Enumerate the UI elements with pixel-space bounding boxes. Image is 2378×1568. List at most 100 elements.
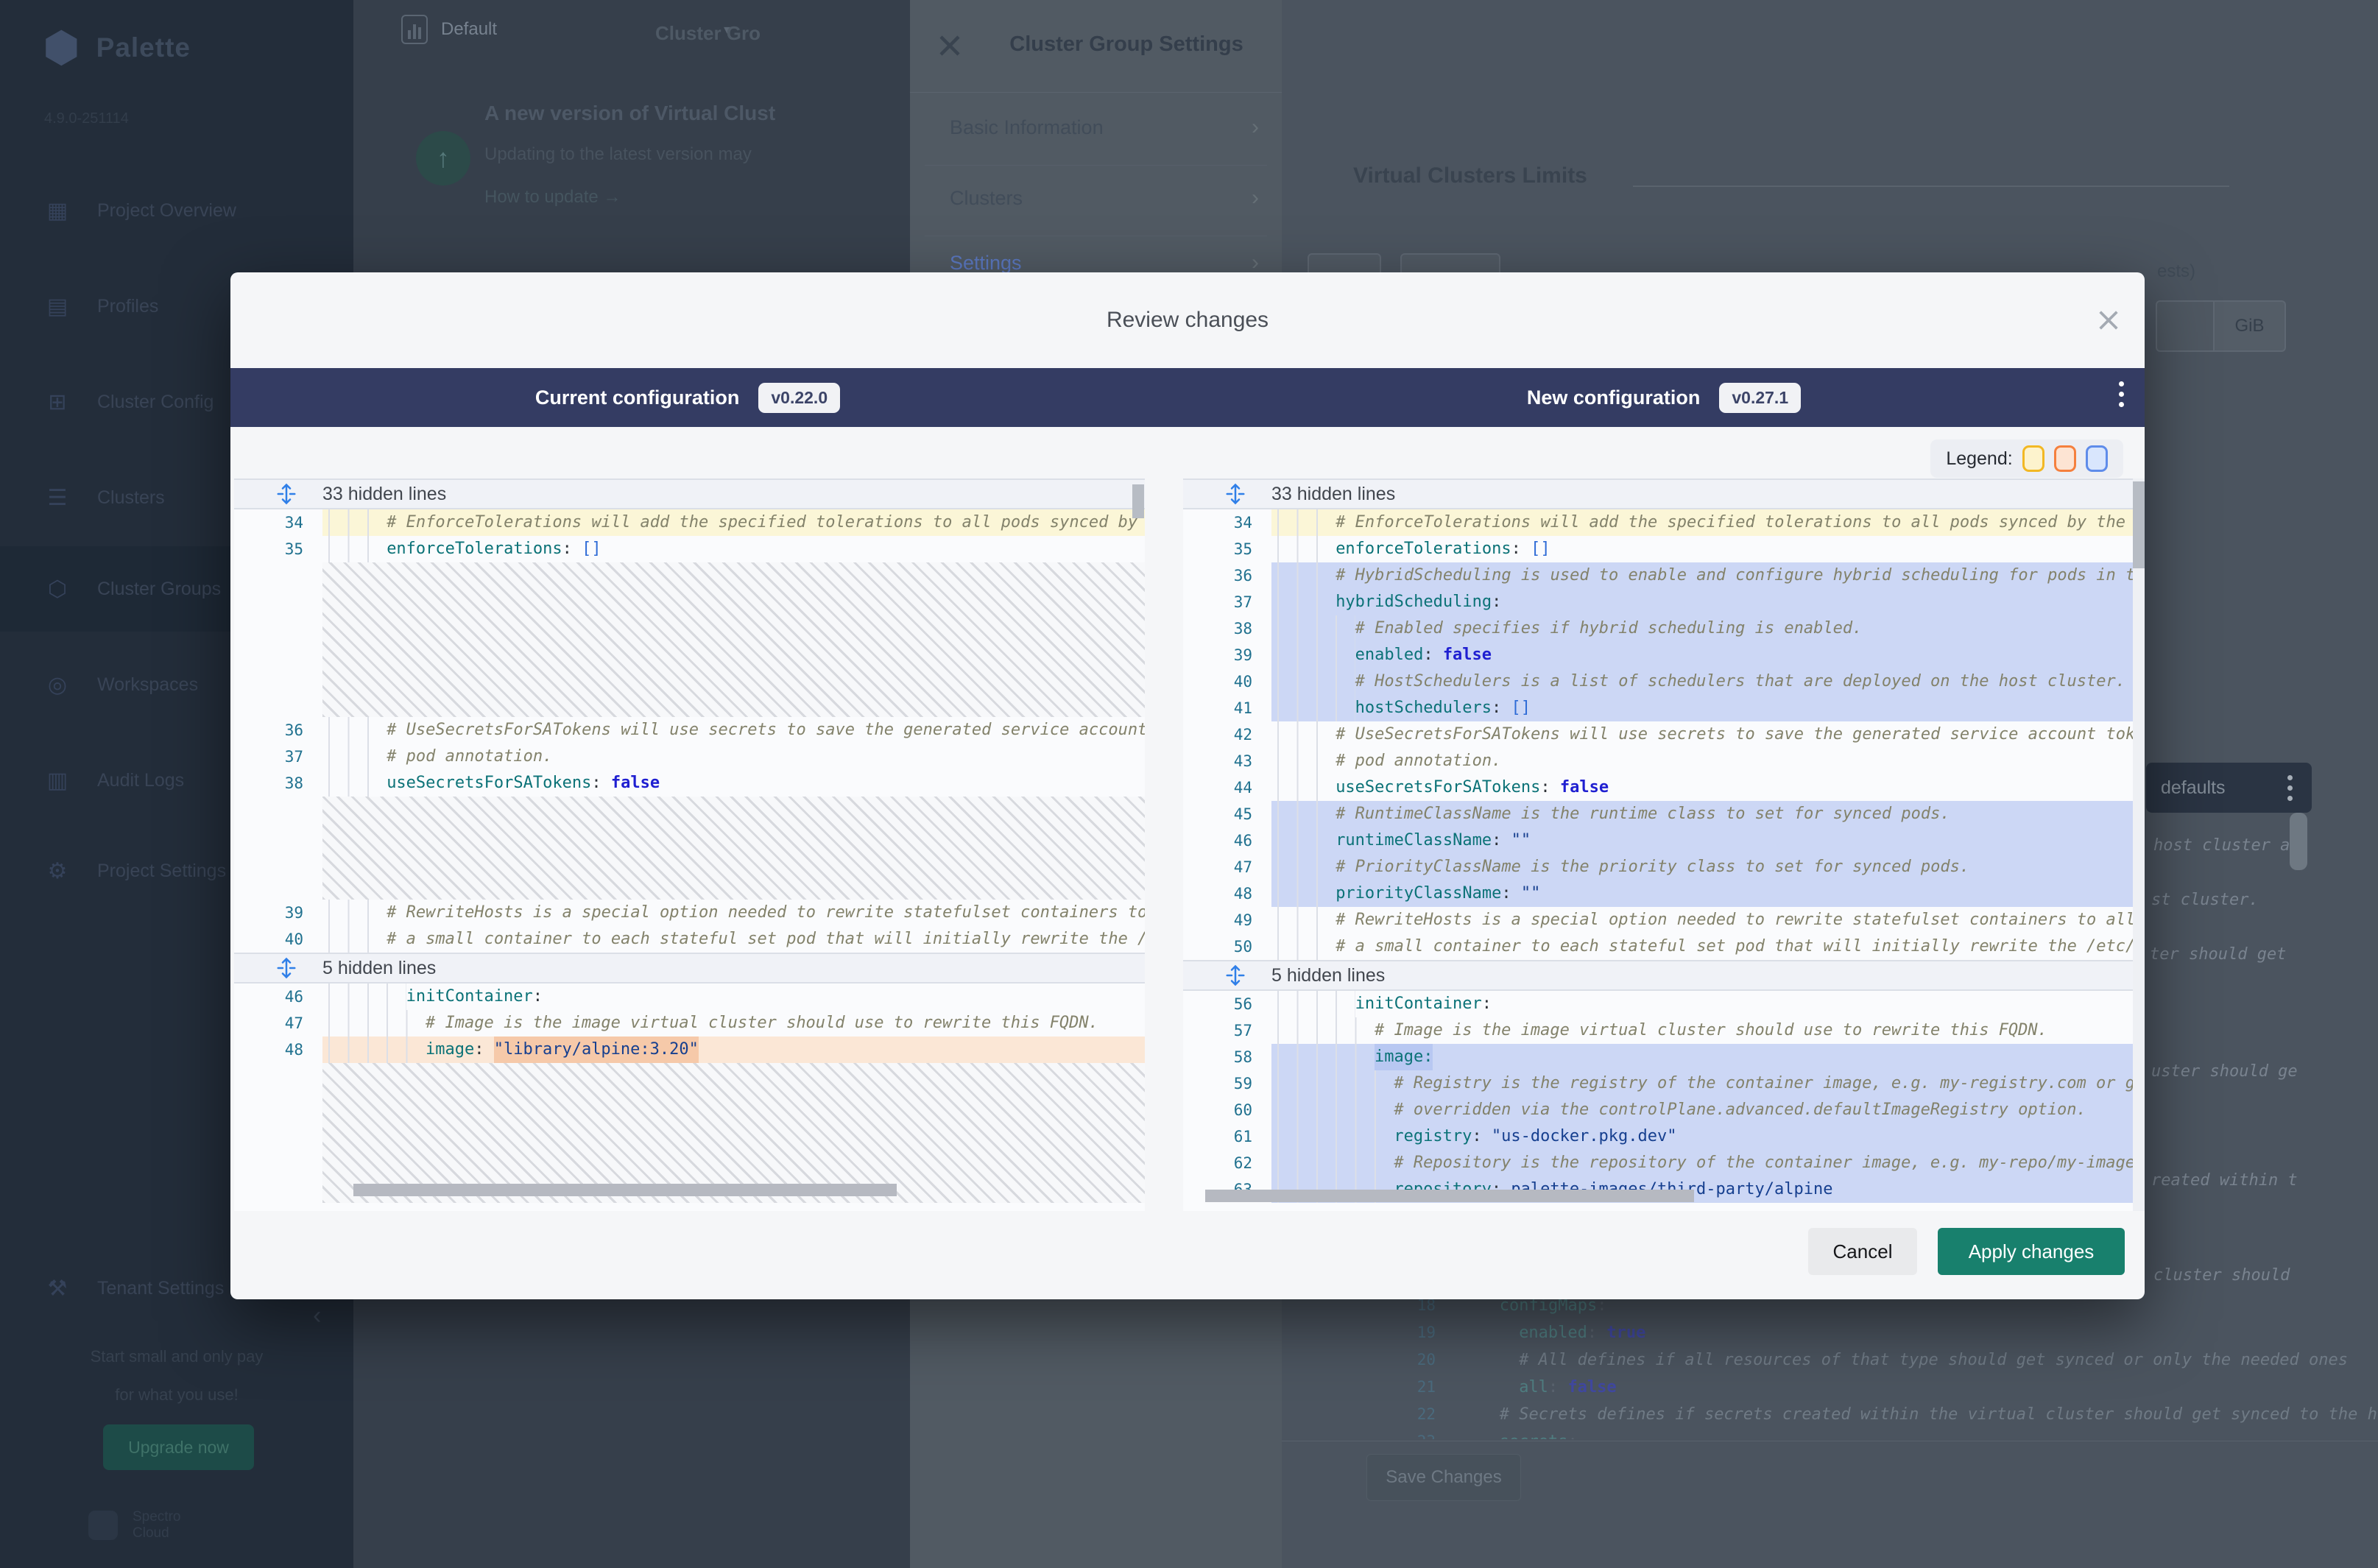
code-line-60: 60# overridden via the controlPlane.adva… xyxy=(1183,1097,2145,1123)
indent-guides xyxy=(328,1010,426,1036)
hidden-lines-row[interactable]: 5 hidden lines xyxy=(1183,960,2145,991)
background-scrollbar-thumb[interactable] xyxy=(2290,813,2307,870)
limit-input-top[interactable] xyxy=(1400,253,1500,272)
indent-guides xyxy=(328,770,387,797)
limits-heading: Virtual Clusters Limits xyxy=(1353,163,1587,188)
right-pane-horizontal-scrollbar[interactable] xyxy=(1205,1190,1694,1202)
hidden-lines-row[interactable]: 33 hidden lines xyxy=(234,478,1145,509)
sidebar-item-project-overview[interactable]: ▦Project Overview xyxy=(0,168,353,253)
hidden-lines-label: 33 hidden lines xyxy=(1271,484,1395,505)
code-token: "library/alpine:3.20" xyxy=(494,1036,699,1063)
drawer-item-basic-information[interactable]: Basic Information xyxy=(950,116,1104,139)
expand-lines-icon[interactable] xyxy=(1224,964,1246,986)
apply-changes-button[interactable]: Apply changes xyxy=(1938,1228,2125,1275)
upgrade-button[interactable]: Upgrade now xyxy=(103,1424,254,1470)
indent-guides xyxy=(1277,1070,1394,1097)
line-number: 46 xyxy=(1183,827,1271,854)
diff-options-kebab-icon[interactable] xyxy=(2119,381,2124,407)
limit-input-top[interactable] xyxy=(1308,253,1381,272)
line-number: 47 xyxy=(234,1010,322,1036)
code-line-37: 37# pod annotation. xyxy=(234,744,1145,770)
code-line-47: 47# PriorityClassName is the priority cl… xyxy=(1183,854,2145,880)
code-token: runtimeClassName xyxy=(1336,827,1492,854)
code-token: # Image is the image virtual cluster sho… xyxy=(426,1010,1098,1036)
expand-lines-icon[interactable] xyxy=(275,483,297,505)
memory-limit-input[interactable] xyxy=(2156,300,2215,352)
code-token: "" xyxy=(1521,880,1541,907)
modal-close-icon[interactable] xyxy=(2096,308,2121,333)
code-token: enabled xyxy=(1355,642,1424,668)
line-number: 19 xyxy=(1366,1319,1455,1346)
save-changes-button[interactable]: Save Changes xyxy=(1366,1454,1521,1501)
expand-lines-icon[interactable] xyxy=(1224,483,1246,505)
line-number: 23 xyxy=(1366,1428,1455,1439)
occluded-code-fragment: cluster should xyxy=(2153,1266,2290,1285)
chevron-right-icon: › xyxy=(1252,186,1259,211)
code-token: enabled xyxy=(1519,1319,1587,1346)
legend-orange xyxy=(2054,445,2076,472)
current-version-badge: v0.22.0 xyxy=(758,383,840,413)
line-number: 40 xyxy=(234,926,322,953)
left-pane-vertical-scrollbar[interactable] xyxy=(1132,484,1144,518)
code-line-58: 58image: xyxy=(1183,1044,2145,1070)
code-line-41: 41hostSchedulers: [] xyxy=(1183,695,2145,721)
indent-guides xyxy=(1461,1346,1519,1374)
code-token: # EnforceTolerations will add the specif… xyxy=(1336,509,2145,536)
line-number: 35 xyxy=(1183,536,1271,562)
code-token: "us-docker.pkg.dev" xyxy=(1492,1123,1677,1150)
legend-yellow xyxy=(2022,445,2044,472)
code-token: false xyxy=(1567,1374,1616,1401)
new-config-label: New configuration xyxy=(1527,386,1701,409)
line-number: 39 xyxy=(1183,642,1271,668)
hidden-lines-row[interactable]: 33 hidden lines xyxy=(1183,478,2145,509)
code-token: # a small container to each stateful set… xyxy=(1336,933,2145,960)
indent-guides xyxy=(1277,854,1336,880)
code-line-23: 23secrets: xyxy=(1366,1428,2378,1439)
code-token: # RewriteHosts is a special option neede… xyxy=(387,900,1145,926)
code-token: : xyxy=(1492,827,1511,854)
code-token: : xyxy=(1423,642,1443,668)
line-number: 43 xyxy=(1183,748,1271,774)
code-token: : xyxy=(1511,536,1531,562)
code-token: hostSchedulers xyxy=(1355,695,1492,721)
expand-lines-icon[interactable] xyxy=(275,957,297,979)
left-pane-horizontal-scrollbar[interactable] xyxy=(353,1184,897,1196)
spectro-cloud-logo xyxy=(88,1511,118,1540)
gib-unit-label: GiB xyxy=(2215,300,2286,352)
occluded-code-fragment: host cluster a xyxy=(2153,836,2290,855)
code-token: # All defines if all resources of that t… xyxy=(1519,1346,2348,1374)
kebab-menu-icon[interactable] xyxy=(2287,775,2293,801)
line-number: 38 xyxy=(234,770,322,797)
hidden-lines-label: 5 hidden lines xyxy=(322,958,436,979)
indent-guides xyxy=(1277,774,1336,801)
hidden-lines-label: 33 hidden lines xyxy=(322,484,446,505)
audit-logs-icon: ▥ xyxy=(43,768,72,794)
diff-header-bar: Current configuration v0.22.0 New config… xyxy=(230,368,2145,427)
code-line-59: 59# Registry is the registry of the cont… xyxy=(1183,1070,2145,1097)
code-token: enforceTolerations xyxy=(387,536,562,562)
drawer-item-settings[interactable]: Settings xyxy=(950,252,1022,275)
code-token: all xyxy=(1519,1374,1548,1401)
requests-label-fragment: ests) xyxy=(2157,261,2195,282)
code-token: # RewriteHosts is a special option neede… xyxy=(1336,907,2145,933)
hidden-lines-row[interactable]: 5 hidden lines xyxy=(234,953,1145,983)
indent-guides xyxy=(1277,1123,1394,1150)
sidebar-item-label: Project Overview xyxy=(97,200,236,222)
code-token: # Repository is the repository of the co… xyxy=(1394,1150,2145,1176)
restore-defaults-button[interactable]: defaults xyxy=(2146,763,2312,813)
cancel-button[interactable]: Cancel xyxy=(1808,1228,1917,1275)
sidebar-item-label: Project Settings xyxy=(97,861,226,882)
drawer-item-clusters[interactable]: Clusters xyxy=(950,187,1023,210)
code-token: initContainer xyxy=(1355,991,1482,1017)
diff-legend: Legend: xyxy=(1930,439,2123,478)
code-line-47: 47 # Image is the image virtual cluster s… xyxy=(234,1010,1145,1036)
line-number: 49 xyxy=(1183,907,1271,933)
indent-guides xyxy=(1277,933,1336,960)
how-to-update-link[interactable]: How to update → xyxy=(484,187,621,208)
code-token: : xyxy=(1501,880,1521,907)
indent-guides xyxy=(1277,1044,1375,1070)
sidebar-collapse-icon[interactable]: ‹ xyxy=(313,1302,321,1330)
line-number: 39 xyxy=(234,900,322,926)
drawer-close-icon[interactable] xyxy=(936,32,963,59)
right-pane-vertical-scrollbar[interactable] xyxy=(2133,481,2145,568)
